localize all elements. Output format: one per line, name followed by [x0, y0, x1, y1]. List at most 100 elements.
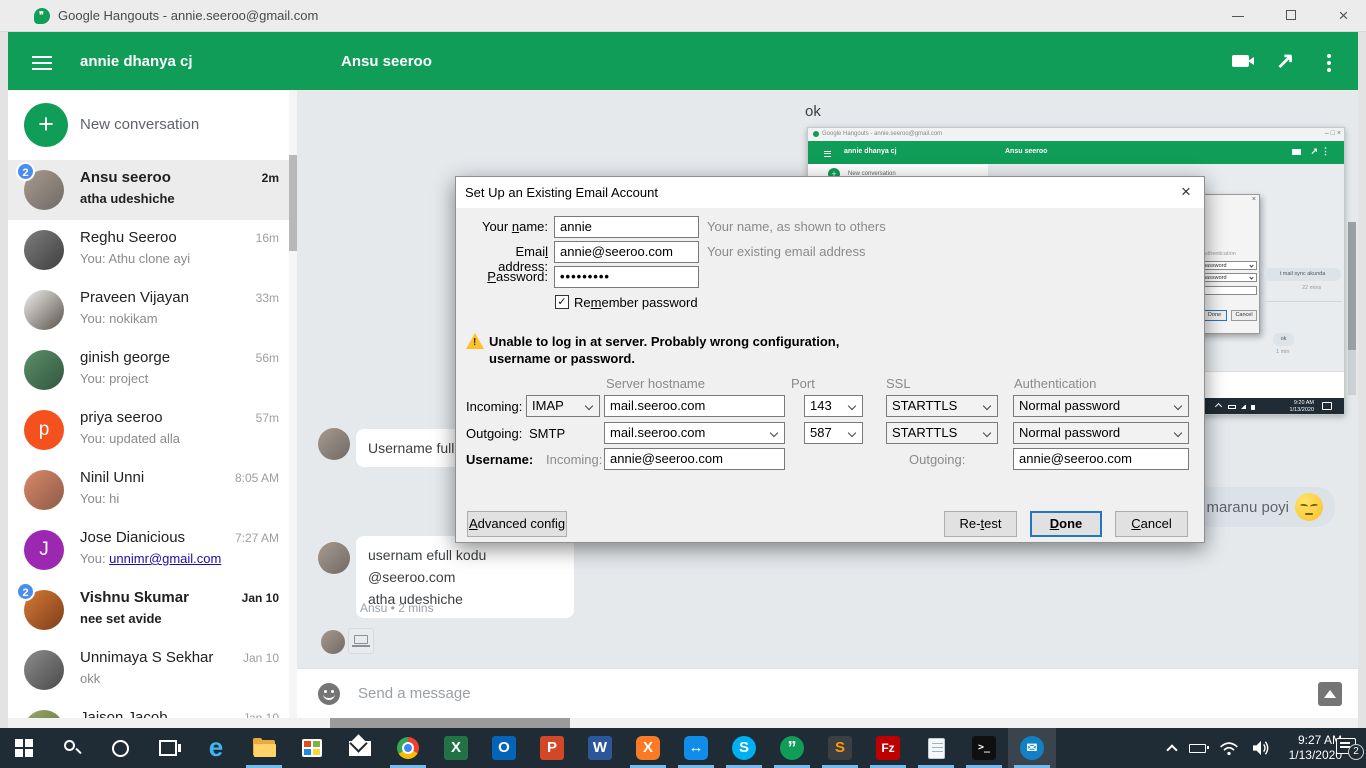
retest-button[interactable]: Re-test	[944, 511, 1017, 537]
mini-app-header: annie dhanya cj Ansu seeroo ↗ ⋮	[808, 141, 1345, 164]
conversation-preview: You: unnimr@gmail.com	[80, 551, 221, 566]
remember-password-checkbox[interactable]: ✓	[555, 295, 569, 309]
horizontal-scrollbar-track[interactable]	[8, 718, 1358, 728]
password-input[interactable]: •••••••••	[554, 266, 699, 288]
chrome-icon[interactable]	[384, 728, 432, 768]
wifi-icon[interactable]	[1219, 741, 1239, 756]
outgoing-port-combo[interactable]: 587	[804, 422, 863, 444]
thunderbird-icon[interactable]: ✉	[1008, 728, 1056, 768]
conversation-row-ninil[interactable]: Ninil Unni You: hi 8:05 AM	[8, 460, 297, 520]
incoming-port-combo[interactable]: 143	[804, 395, 863, 417]
command-prompt-icon[interactable]: >_	[960, 728, 1008, 768]
filezilla-icon[interactable]: Fz	[864, 728, 912, 768]
mini-more-icon: ⋮	[1321, 146, 1330, 157]
mini-video-icon	[1292, 149, 1301, 155]
name-input[interactable]: annie	[554, 216, 699, 238]
horizontal-scrollbar-handle[interactable]	[330, 718, 570, 728]
account-name: annie dhanya cj	[80, 53, 193, 70]
conversation-row-reghu[interactable]: Reghu Seeroo You: Athu clone ayi 16m	[8, 220, 297, 280]
tray-chevron-icon[interactable]	[1166, 744, 1177, 755]
minimize-button[interactable]	[1215, 0, 1260, 32]
username-incoming-label: Incoming:	[546, 452, 602, 467]
incoming-protocol-select[interactable]: IMAP	[526, 395, 600, 417]
hangouts-icon[interactable]: ”	[768, 728, 816, 768]
conversation-time: 33m	[256, 291, 279, 305]
sublime-text-icon[interactable]: S	[816, 728, 864, 768]
avatar	[24, 470, 64, 510]
video-call-icon[interactable]	[1232, 55, 1249, 67]
incoming-ssl-select[interactable]: STARTTLS	[886, 395, 998, 417]
dialog-close-icon[interactable]: ×	[1174, 181, 1198, 203]
sidebar-scrollbar-handle[interactable]	[289, 155, 297, 251]
search-button[interactable]	[48, 728, 96, 768]
message-input[interactable]: Send a message	[358, 685, 471, 702]
taskbar-clock[interactable]: 9:27 AM 1/13/2020	[1262, 733, 1342, 763]
conversation-row-vishnu[interactable]: 2 Vishnu Skumar nee set avide Jan 10	[8, 580, 297, 640]
conversation-time: 57m	[256, 411, 279, 425]
window-title: Google Hangouts - annie.seeroo@gmail.com	[58, 8, 318, 23]
conversation-row-ansu[interactable]: 2 Ansu seeroo atha udeshiche 2m	[8, 160, 297, 220]
close-button[interactable]: ×	[1321, 0, 1366, 32]
open-in-window-icon[interactable]: ↗	[1276, 48, 1294, 74]
username-incoming-input[interactable]: annie@seeroo.com	[604, 448, 785, 470]
conversation-row-jose[interactable]: J Jose Dianicious You: unnimr@gmail.com …	[8, 520, 297, 580]
action-center-button[interactable]: 2	[1336, 738, 1356, 754]
battery-icon[interactable]	[1189, 744, 1206, 753]
outlook-icon[interactable]: O	[480, 728, 528, 768]
conversation-row-priya[interactable]: p priya seeroo You: updated alla 57m	[8, 400, 297, 460]
incoming-host-input[interactable]: mail.seeroo.com	[604, 395, 785, 417]
cancel-button[interactable]: Cancel	[1115, 511, 1188, 537]
outgoing-ssl-select[interactable]: STARTTLS	[886, 422, 998, 444]
store-icon[interactable]	[288, 728, 336, 768]
xampp-icon[interactable]: X	[624, 728, 672, 768]
menu-icon[interactable]	[32, 52, 52, 74]
conversation-title: Ansu seeroo	[341, 53, 432, 70]
remember-password-label: Remember password	[574, 295, 698, 310]
word-icon[interactable]: W	[576, 728, 624, 768]
advanced-config-button[interactable]: Advanced config	[467, 511, 567, 537]
conversation-time: Jan 10	[242, 591, 279, 605]
conversation-row-ginish[interactable]: ginish george You: project 56m	[8, 340, 297, 400]
mini-bubble: t mail sync akunda	[1264, 268, 1341, 281]
conversation-row-praveen[interactable]: Praveen Vijayan You: nokikam 33m	[8, 280, 297, 340]
conversation-preview: You: updated alla	[80, 431, 180, 446]
mini-conversation-title: Ansu seeroo	[1005, 148, 1047, 155]
attach-image-icon[interactable]	[1318, 682, 1342, 706]
warning-text-line2: username or password.	[489, 351, 635, 366]
email-link[interactable]: unnimr@gmail.com	[109, 551, 221, 566]
conversation-row-unnimaya[interactable]: Unnimaya S Sekhar okk Jan 10	[8, 640, 297, 700]
conversation-time: 8:05 AM	[235, 471, 279, 485]
powerpoint-icon[interactable]: P	[528, 728, 576, 768]
new-conversation-button[interactable]: + New conversation	[8, 90, 297, 160]
cortana-button[interactable]	[96, 728, 144, 768]
file-explorer-icon[interactable]	[240, 728, 288, 768]
sender-avatar	[318, 428, 350, 460]
outgoing-host-combo[interactable]: mail.seeroo.com	[604, 422, 785, 444]
emoji-picker-icon[interactable]	[318, 683, 340, 705]
done-button[interactable]: Done	[1030, 511, 1102, 537]
incoming-auth-select[interactable]: Normal password	[1013, 395, 1189, 417]
mini-window-controls: – □ ×	[1325, 130, 1341, 137]
mini-bubble: ok	[1273, 333, 1294, 346]
edge-icon[interactable]: e	[192, 728, 240, 768]
email-input[interactable]: annie@seeroo.com	[554, 241, 699, 263]
more-options-icon[interactable]	[1321, 51, 1337, 75]
start-button[interactable]	[0, 728, 48, 768]
mail-icon[interactable]	[336, 728, 384, 768]
notepad-icon[interactable]	[912, 728, 960, 768]
chat-scrollbar-handle[interactable]	[1348, 222, 1356, 350]
task-view-button[interactable]	[144, 728, 192, 768]
outgoing-auth-select[interactable]: Normal password	[1013, 422, 1189, 444]
teamviewer-icon[interactable]: ↔	[672, 728, 720, 768]
mini-bubble-time: 1 min	[1276, 349, 1289, 355]
username-outgoing-input[interactable]: annie@seeroo.com	[1013, 448, 1189, 470]
excel-icon[interactable]: X	[432, 728, 480, 768]
attachment-placeholder-icon[interactable]	[348, 628, 374, 654]
skype-icon[interactable]: S	[720, 728, 768, 768]
conversation-time: 16m	[256, 231, 279, 245]
mini-menu-icon	[824, 149, 831, 158]
incoming-label: Incoming:	[466, 399, 522, 414]
conversation-time: 7:27 AM	[235, 531, 279, 545]
maximize-button[interactable]	[1268, 0, 1313, 32]
conversation-name: Ninil Unni	[80, 469, 144, 486]
